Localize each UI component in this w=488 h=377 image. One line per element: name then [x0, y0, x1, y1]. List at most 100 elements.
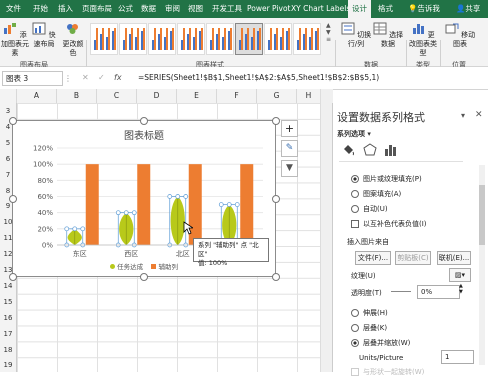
tab-file[interactable]: 文件 — [6, 0, 21, 18]
y-tick-label: 60% — [37, 193, 53, 201]
row-header[interactable]: 19 — [0, 361, 16, 369]
resize-handle[interactable] — [272, 195, 280, 203]
radio-picture-fill[interactable]: 图片或纹理填充(P) — [351, 174, 422, 184]
radio-button[interactable] — [351, 205, 359, 213]
radio-auto-fill[interactable]: 自动(U) — [351, 204, 388, 214]
chart-style-thumbnail[interactable] — [206, 23, 234, 55]
checkbox[interactable] — [351, 220, 359, 228]
quick-layout-button[interactable]: 快速布局 — [30, 22, 58, 49]
file-button[interactable]: 文件(F)... — [355, 251, 391, 265]
resize-handle[interactable] — [9, 117, 17, 125]
tab-formulas[interactable]: 公式 — [118, 0, 133, 18]
share-button[interactable]: 👤共享 — [456, 0, 480, 18]
pentagon-icon[interactable] — [363, 143, 377, 157]
column-header[interactable]: F — [217, 89, 257, 103]
switch-row-column-button[interactable]: 切换行/列 — [340, 22, 372, 49]
radio-stretch[interactable]: 伸展(H) — [351, 308, 388, 318]
add-chart-element-button[interactable]: 添加图表元素 — [0, 22, 30, 58]
radio-button[interactable] — [351, 309, 359, 317]
tab-design[interactable]: 设计 — [348, 0, 371, 18]
formula-input[interactable]: =SERIES(Sheet1!$B$1,Sheet1!$A$2:$A$5,She… — [138, 73, 483, 82]
resize-handle[interactable] — [272, 117, 280, 125]
units-per-picture-label: Units/Picture — [359, 354, 404, 362]
units-per-picture-input[interactable]: 1 — [441, 350, 474, 364]
rotate-with-shape-checkbox[interactable]: 与形状一起旋转(W) — [351, 367, 424, 377]
resize-handle[interactable] — [272, 273, 280, 281]
tab-format[interactable]: 格式 — [378, 0, 393, 18]
column-header[interactable]: G — [257, 89, 297, 103]
select-data-button[interactable]: 选择数据 — [372, 22, 404, 49]
bar-chart-icon[interactable] — [383, 143, 397, 157]
chart-style-thumbnail[interactable] — [119, 23, 147, 55]
tab-page-layout[interactable]: 页面布局 — [82, 0, 112, 18]
close-icon[interactable]: ✕ — [475, 110, 483, 120]
tab-data[interactable]: 数据 — [141, 0, 156, 18]
radio-button[interactable] — [351, 175, 359, 183]
row-header[interactable]: 3 — [0, 107, 16, 115]
radio-stack[interactable]: 层叠(K) — [351, 323, 387, 333]
column-header[interactable]: E — [177, 89, 217, 103]
radio-button[interactable] — [351, 339, 359, 347]
resize-handle[interactable] — [9, 273, 17, 281]
invert-if-negative-checkbox[interactable]: 以互补色代表负值(I) — [351, 219, 427, 229]
chart-styles-gallery[interactable] — [90, 21, 326, 57]
radio-stack-scale[interactable]: 层叠并缩放(W) — [351, 338, 410, 348]
change-colors-button[interactable]: 更改颜色 — [62, 22, 84, 58]
name-box[interactable]: 图表 3 — [2, 71, 63, 86]
spinner-icon[interactable]: ▲ ▼ — [459, 283, 463, 295]
selection-handle — [72, 226, 78, 232]
pane-options-chevron-icon[interactable]: ▾ — [461, 111, 465, 120]
tell-me[interactable]: 💡告诉我 — [408, 0, 440, 18]
resize-handle[interactable] — [9, 195, 17, 203]
chart-elements-button[interactable]: + — [281, 120, 298, 137]
gallery-scroll[interactable]: ▲ ▼ ≡ — [326, 22, 332, 56]
resize-handle[interactable] — [140, 273, 148, 281]
row-header[interactable]: 16 — [0, 314, 16, 322]
chart-style-thumbnail[interactable] — [90, 23, 118, 55]
radio-pattern-fill[interactable]: 图案填充(A) — [351, 189, 401, 199]
column-header[interactable]: B — [57, 89, 97, 103]
chart-style-thumbnail[interactable] — [293, 23, 321, 55]
online-button[interactable]: 联机(E)... — [437, 251, 471, 265]
tab-review[interactable]: 审阅 — [165, 0, 180, 18]
user-icon: 👤 — [456, 4, 466, 13]
row-header[interactable]: 15 — [0, 298, 16, 306]
column-header[interactable]: C — [97, 89, 137, 103]
column-header[interactable]: A — [17, 89, 57, 103]
resize-handle[interactable] — [140, 117, 148, 125]
chart-style-thumbnail[interactable] — [148, 23, 176, 55]
select-all-corner[interactable] — [0, 89, 17, 103]
checkbox[interactable] — [351, 368, 359, 376]
chart-style-thumbnail[interactable] — [177, 23, 205, 55]
tab-insert[interactable]: 插入 — [58, 0, 73, 18]
enter-icon[interactable]: ✓ — [98, 73, 105, 82]
chart-style-thumbnail[interactable] — [235, 23, 263, 55]
texture-picker[interactable]: ▨▾ — [449, 268, 471, 282]
tab-home[interactable]: 开始 — [33, 0, 48, 18]
fill-bucket-icon[interactable] — [341, 143, 355, 157]
column-header[interactable]: D — [137, 89, 177, 103]
pane-scrollbar[interactable] — [479, 165, 485, 365]
radio-button[interactable] — [351, 324, 359, 332]
tab-view[interactable]: 视图 — [188, 0, 203, 18]
tab-developer[interactable]: 开发工具 — [212, 0, 242, 18]
transparency-input[interactable]: 0% — [417, 285, 460, 299]
tab-power-pivot[interactable]: Power Pivot — [247, 0, 290, 18]
series-options-dropdown[interactable]: 系列选项 ▾ — [337, 129, 371, 139]
radio-button[interactable] — [351, 190, 359, 198]
row-header[interactable]: 14 — [0, 282, 16, 290]
chart-styles-button[interactable]: ✎ — [281, 140, 298, 157]
column-header[interactable]: H — [297, 89, 321, 103]
change-chart-type-button[interactable]: 更改图表类型 — [408, 22, 438, 58]
tab-xy-chart-labels[interactable]: XY Chart Labels — [291, 0, 350, 18]
transparency-slider[interactable] — [391, 291, 411, 292]
cancel-icon[interactable]: ✕ — [82, 73, 89, 82]
plus-icon: + — [284, 122, 295, 135]
clipboard-button[interactable]: 剪贴板(C) — [395, 251, 431, 265]
row-header[interactable]: 17 — [0, 330, 16, 338]
function-icon[interactable]: fx — [114, 73, 122, 82]
chart-style-thumbnail[interactable] — [264, 23, 292, 55]
chart-filters-button[interactable]: ▼ — [281, 160, 298, 177]
move-chart-button[interactable]: 移动图表 — [442, 22, 478, 49]
row-header[interactable]: 18 — [0, 346, 16, 354]
